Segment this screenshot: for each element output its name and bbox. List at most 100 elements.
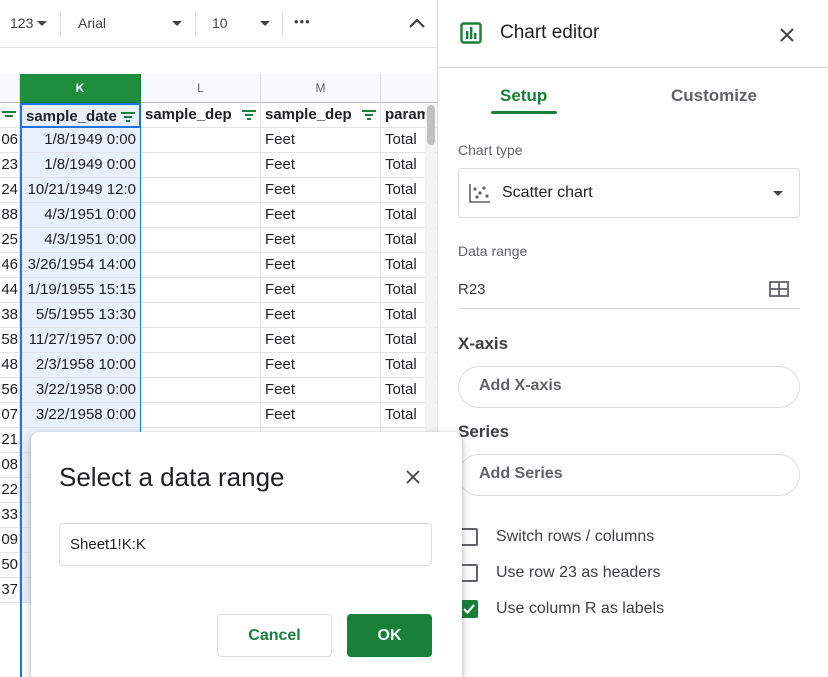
cell-m[interactable]: Feet bbox=[261, 303, 381, 328]
chart-icon bbox=[460, 22, 482, 44]
cell-k[interactable]: 2/3/1958 10:00 bbox=[20, 353, 141, 378]
cancel-button[interactable]: Cancel bbox=[217, 614, 332, 657]
data-range-label: Data range bbox=[458, 243, 528, 259]
font-family-dropdown[interactable]: Arial bbox=[78, 15, 184, 31]
tab-customize[interactable]: Customize bbox=[671, 86, 757, 106]
cell-j[interactable]: 88 bbox=[0, 203, 20, 228]
filter-icon[interactable] bbox=[362, 110, 376, 120]
cell-m[interactable]: Feet bbox=[261, 203, 381, 228]
cell-j[interactable]: 25 bbox=[0, 228, 20, 253]
cell-j[interactable]: 08 bbox=[0, 453, 20, 478]
cell-j[interactable]: 24 bbox=[0, 178, 20, 203]
cell-l[interactable] bbox=[141, 203, 261, 228]
cell-m[interactable]: Feet bbox=[261, 153, 381, 178]
header-label: sample_dep bbox=[265, 106, 352, 123]
cell-j[interactable]: 44 bbox=[0, 278, 20, 303]
filter-icon[interactable] bbox=[121, 112, 135, 122]
cell-l[interactable] bbox=[141, 128, 261, 153]
filter-icon[interactable] bbox=[2, 110, 16, 120]
header-cell-k[interactable]: sample_date bbox=[20, 103, 141, 128]
cell-j[interactable]: 56 bbox=[0, 378, 20, 403]
cell-j[interactable]: 07 bbox=[0, 403, 20, 428]
data-range-field[interactable]: R23 bbox=[458, 268, 800, 309]
scrollbar-thumb[interactable] bbox=[427, 105, 435, 145]
use-column-labels-checkbox[interactable] bbox=[460, 600, 478, 618]
cell-l[interactable] bbox=[141, 153, 261, 178]
cell-k[interactable]: 1/8/1949 0:00 bbox=[20, 153, 141, 178]
cell-l[interactable] bbox=[141, 228, 261, 253]
cell-l[interactable] bbox=[141, 353, 261, 378]
chart-editor-header: Chart editor bbox=[438, 0, 828, 68]
cell-m[interactable]: Feet bbox=[261, 403, 381, 428]
chart-type-dropdown[interactable]: Scatter chart bbox=[458, 168, 800, 218]
cell-k[interactable]: 11/27/1957 0:00 bbox=[20, 328, 141, 353]
cell-m[interactable]: Feet bbox=[261, 128, 381, 153]
cell-j[interactable]: 09 bbox=[0, 528, 20, 553]
cell-j[interactable]: 22 bbox=[0, 478, 20, 503]
cell-m[interactable]: Feet bbox=[261, 353, 381, 378]
cell-l[interactable] bbox=[141, 303, 261, 328]
grid-select-icon[interactable] bbox=[769, 281, 789, 297]
tab-setup[interactable]: Setup bbox=[500, 86, 547, 106]
cell-m[interactable]: Feet bbox=[261, 178, 381, 203]
cell-k[interactable]: 3/26/1954 14:00 bbox=[20, 253, 141, 278]
cell-k[interactable]: 1/8/1949 0:00 bbox=[20, 128, 141, 153]
chevron-down-icon bbox=[172, 21, 182, 26]
number-format-dropdown[interactable]: 123 bbox=[10, 15, 48, 31]
cell-j[interactable]: 23 bbox=[0, 153, 20, 178]
header-label: param bbox=[385, 106, 431, 123]
cell-j[interactable]: 38 bbox=[0, 303, 20, 328]
cell-l[interactable] bbox=[141, 403, 261, 428]
cell-k[interactable]: 10/21/1949 12:0 bbox=[20, 178, 141, 203]
cell-j[interactable]: 21 bbox=[0, 428, 20, 453]
column-header-k[interactable]: K bbox=[20, 74, 141, 103]
cell-m[interactable]: Feet bbox=[261, 228, 381, 253]
header-cell-l[interactable]: sample_dep bbox=[141, 103, 261, 128]
cell-k[interactable]: 3/22/1958 0:00 bbox=[20, 403, 141, 428]
use-column-labels-label: Use column R as labels bbox=[496, 600, 665, 617]
cell-j[interactable]: 46 bbox=[0, 253, 20, 278]
column-header-l[interactable]: L bbox=[141, 74, 261, 103]
cell-m[interactable]: Feet bbox=[261, 278, 381, 303]
cell-k[interactable]: 4/3/1951 0:00 bbox=[20, 203, 141, 228]
cell-l[interactable] bbox=[141, 278, 261, 303]
scatter-chart-icon bbox=[469, 184, 490, 203]
cell-k[interactable]: 1/19/1955 15:15 bbox=[20, 278, 141, 303]
cell-j[interactable]: 37 bbox=[0, 578, 20, 603]
cell-j[interactable]: 48 bbox=[0, 353, 20, 378]
column-header-j[interactable] bbox=[0, 74, 20, 103]
cell-m[interactable]: Feet bbox=[261, 378, 381, 403]
switch-rows-columns-checkbox[interactable] bbox=[460, 528, 478, 546]
cell-j[interactable]: 33 bbox=[0, 503, 20, 528]
more-options-icon[interactable]: ••• bbox=[294, 14, 311, 29]
close-icon[interactable] bbox=[406, 470, 420, 484]
cell-j[interactable]: 06 bbox=[0, 128, 20, 153]
cell-l[interactable] bbox=[141, 328, 261, 353]
close-icon[interactable] bbox=[780, 28, 794, 42]
cell-k[interactable]: 3/22/1958 0:00 bbox=[20, 378, 141, 403]
header-cell-j[interactable] bbox=[0, 103, 20, 128]
column-header-m[interactable]: M bbox=[261, 74, 381, 103]
cell-k[interactable]: 4/3/1951 0:00 bbox=[20, 228, 141, 253]
header-label: sample_dep bbox=[145, 106, 232, 123]
cell-k[interactable]: 5/5/1955 13:30 bbox=[20, 303, 141, 328]
cell-m[interactable]: Feet bbox=[261, 253, 381, 278]
ok-button[interactable]: OK bbox=[347, 614, 432, 657]
collapse-toolbar-icon[interactable] bbox=[408, 17, 426, 29]
font-size-dropdown[interactable]: 10 bbox=[212, 15, 272, 31]
chart-editor-title: Chart editor bbox=[500, 22, 600, 43]
cell-l[interactable] bbox=[141, 378, 261, 403]
cell-j[interactable]: 58 bbox=[0, 328, 20, 353]
column-header-n[interactable] bbox=[381, 74, 437, 103]
cell-j[interactable]: 50 bbox=[0, 553, 20, 578]
add-x-axis-field[interactable]: Add X-axis bbox=[458, 366, 800, 408]
cell-l[interactable] bbox=[141, 178, 261, 203]
add-series-field[interactable]: Add Series bbox=[458, 454, 800, 496]
use-row-headers-checkbox[interactable] bbox=[460, 564, 478, 582]
filter-icon[interactable] bbox=[242, 110, 256, 120]
header-cell-m[interactable]: sample_dep bbox=[261, 103, 381, 128]
data-range-input[interactable]: Sheet1!K:K bbox=[59, 523, 432, 566]
cell-m[interactable]: Feet bbox=[261, 328, 381, 353]
cell-l[interactable] bbox=[141, 253, 261, 278]
chart-type-value: Scatter chart bbox=[502, 184, 593, 201]
